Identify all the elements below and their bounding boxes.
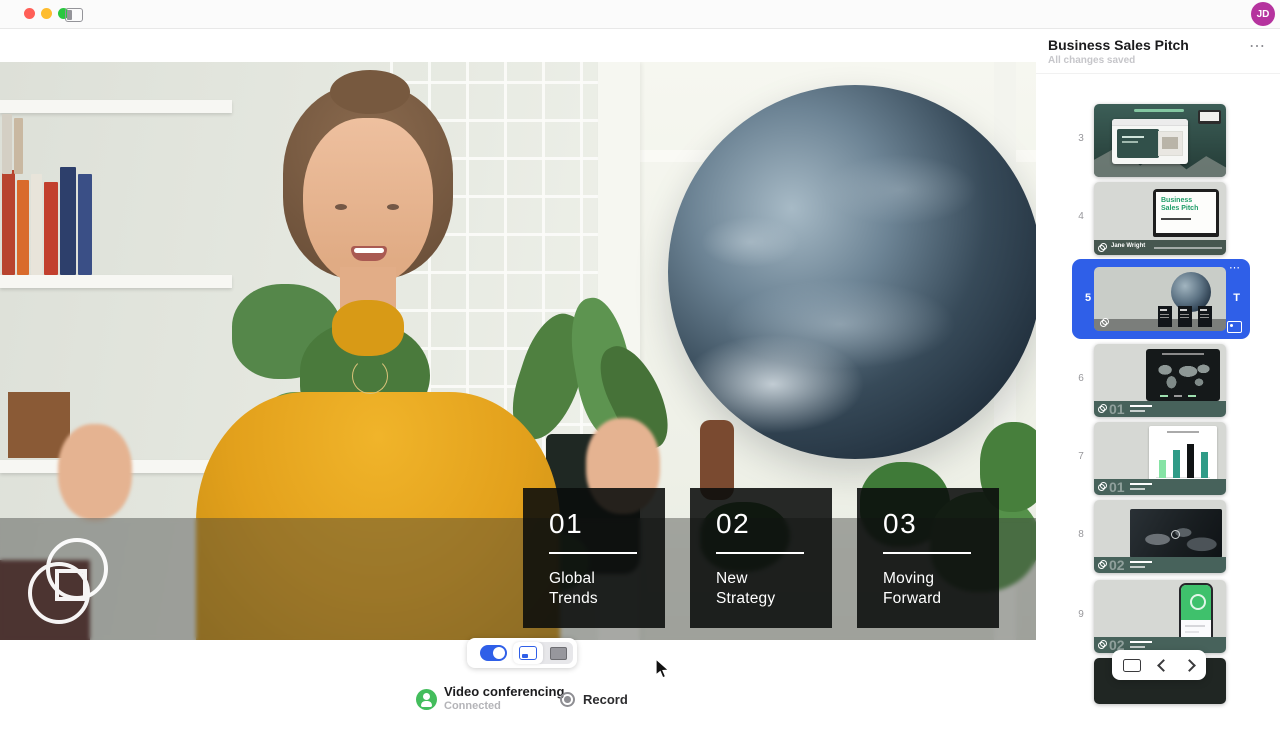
slide-thumbnail-3[interactable]: [1094, 104, 1226, 177]
mouse-cursor: [655, 658, 670, 685]
agenda-label: Global Trends: [549, 569, 644, 610]
more-menu-icon[interactable]: ⋯: [1249, 36, 1266, 56]
brand-logo-mini: [1098, 482, 1107, 491]
slide-row: 9 02: [1036, 580, 1280, 654]
slide-thumbnail-9[interactable]: 02: [1094, 580, 1226, 653]
slide-row: 8 02: [1036, 500, 1280, 574]
presenter-hand: [58, 424, 132, 520]
slide-options-icon[interactable]: ⋯: [1229, 261, 1241, 274]
presenter-hair-bun: [330, 70, 410, 114]
slide-thumbnail-6[interactable]: 01: [1094, 344, 1226, 417]
close-window-button[interactable]: [24, 8, 35, 19]
book-spine: [31, 174, 42, 275]
presenter-name: Jane Wright: [1111, 243, 1145, 249]
presenter-necklace: [352, 358, 388, 394]
slide-row: 6 01: [1036, 344, 1280, 418]
slide-number: 9: [1074, 609, 1088, 620]
slide-row: 7 01: [1036, 422, 1280, 496]
book-spine: [17, 180, 29, 275]
presenter-face: [303, 118, 433, 286]
brand-logo-watermark: [28, 538, 110, 628]
slide-row-selected[interactable]: 5 ⋯ T: [1072, 259, 1250, 339]
present-display-icon[interactable]: [1123, 659, 1141, 672]
slide-thumbnail-7[interactable]: 01: [1094, 422, 1226, 495]
book-spine: [78, 174, 92, 275]
brand-logo-mini: [1098, 404, 1107, 413]
slide-number: 8: [1074, 529, 1088, 540]
agenda-number: 01: [549, 508, 665, 540]
video-conferencing-icon[interactable]: [416, 689, 437, 710]
strip-number: 01: [1109, 401, 1125, 417]
user-avatar[interactable]: JD: [1251, 2, 1275, 26]
slide-number: 6: [1074, 373, 1088, 384]
slide-row: 3: [1036, 104, 1280, 178]
layout-segmented-control: [513, 642, 573, 664]
presenter-visibility-toggle[interactable]: [480, 645, 507, 661]
strip-number: 02: [1109, 557, 1125, 573]
agenda-card-3: 03 Moving Forward: [857, 488, 999, 628]
slide-number: 5: [1085, 292, 1091, 304]
agenda-label: New Strategy: [716, 569, 811, 610]
text-tool-icon[interactable]: T: [1233, 292, 1240, 304]
book-spine: [14, 118, 23, 174]
save-status: All changes saved: [1048, 55, 1135, 66]
video-conferencing-label: Video conferencing: [444, 684, 564, 699]
agenda-card-2: 02 New Strategy: [690, 488, 832, 628]
picture-in-picture-icon: [519, 646, 537, 660]
slide-thumbnail-4[interactable]: Business Sales Pitch Jane Wright: [1094, 182, 1226, 255]
agenda-number: 02: [716, 508, 832, 540]
record-button[interactable]: Record: [583, 692, 628, 707]
book-spine: [60, 167, 76, 275]
slide-row: 4 Business Sales Pitch Jane Wright: [1036, 182, 1280, 256]
slide-number: 3: [1074, 133, 1088, 144]
fullscreen-icon: [550, 647, 567, 660]
divider: [716, 552, 804, 554]
slide-nav-pill: [1112, 650, 1206, 680]
presenter-controls-pill: [467, 638, 577, 668]
presenter-video-stage: 01 Global Trends 02 New Strategy 03 Movi…: [0, 62, 1036, 640]
fullscreen-layout-button[interactable]: [543, 642, 573, 664]
book-spine: [2, 114, 12, 174]
divider: [549, 552, 637, 554]
agenda-card-1: 01 Global Trends: [523, 488, 665, 628]
record-icon[interactable]: [560, 692, 575, 707]
next-slide-button[interactable]: [1183, 659, 1196, 672]
brand-logo-mini: [1098, 560, 1107, 569]
earth-globe-graphic: [668, 85, 1036, 459]
agenda-number: 03: [883, 508, 999, 540]
slide-thumbnail-5[interactable]: [1094, 267, 1226, 331]
slide-number: 4: [1074, 211, 1088, 222]
previous-slide-button[interactable]: [1157, 659, 1170, 672]
slide-number: 7: [1074, 451, 1088, 462]
sidebar-toggle-icon[interactable]: [65, 8, 83, 22]
brand-logo-mini: [1100, 318, 1109, 327]
minimize-window-button[interactable]: [41, 8, 52, 19]
strip-number: 01: [1109, 479, 1125, 495]
brand-logo-mini: [1098, 243, 1107, 252]
brand-logo-mini: [1098, 640, 1107, 649]
video-conferencing-status: Connected: [444, 700, 501, 712]
app-window: JD: [0, 0, 1280, 720]
divider: [883, 552, 971, 554]
image-tool-icon[interactable]: [1227, 321, 1242, 333]
window-titlebar: JD: [0, 0, 1280, 29]
presenter-collar: [332, 300, 404, 356]
book-spine: [2, 170, 15, 275]
sidebar-header: Business Sales Pitch All changes saved ⋯: [1036, 28, 1280, 74]
presentation-title: Business Sales Pitch: [1048, 37, 1189, 53]
agenda-label: Moving Forward: [883, 569, 978, 610]
picture-in-picture-layout-button[interactable]: [513, 642, 543, 664]
slides-sidebar: Business Sales Pitch All changes saved ⋯…: [1036, 28, 1280, 720]
book-spine: [44, 182, 58, 275]
world-map-mini: [1151, 359, 1215, 390]
thumb-screen-title: Business Sales Pitch: [1161, 197, 1207, 213]
photo-mini: [1130, 509, 1222, 558]
slide-thumbnail-8[interactable]: 02: [1094, 500, 1226, 573]
